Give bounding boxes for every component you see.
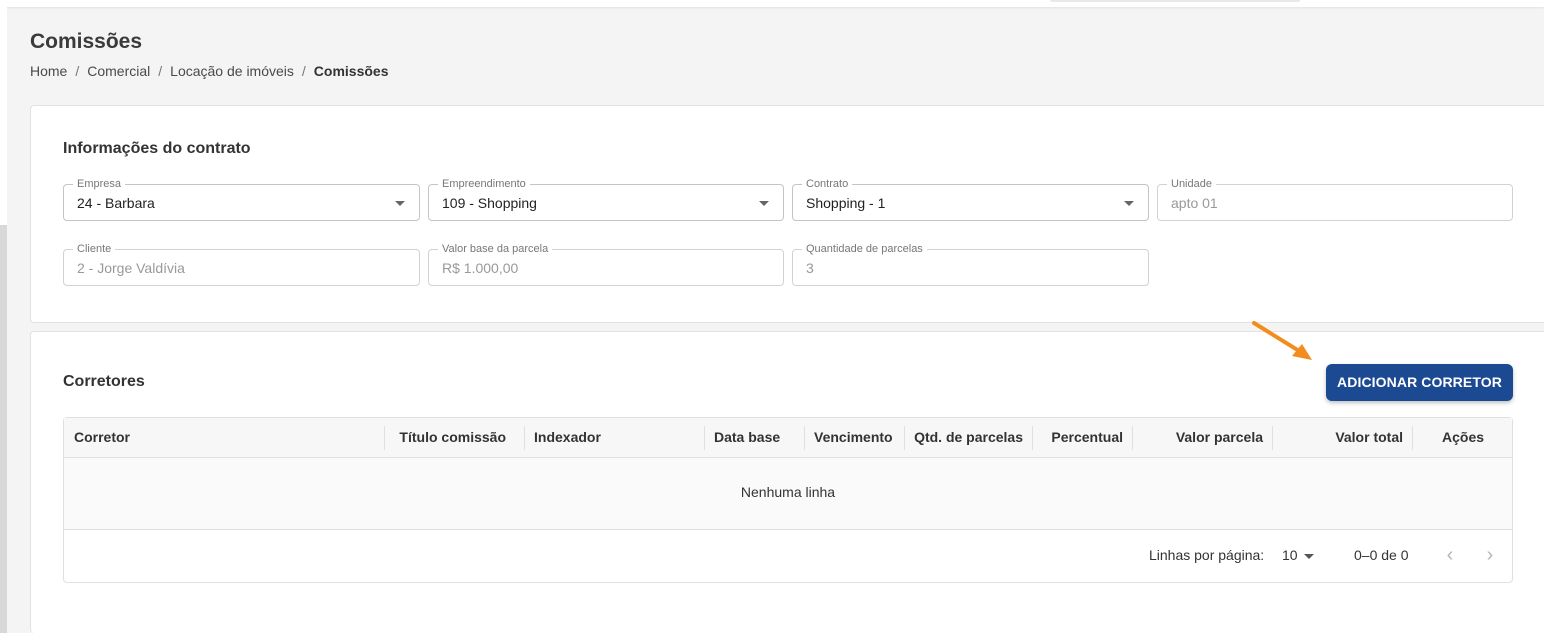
column-separator[interactable]	[1412, 426, 1413, 450]
cliente-value: 2 - Jorge Valdívia	[77, 260, 185, 276]
empresa-select[interactable]: Empresa 24 - Barbara	[63, 177, 420, 221]
breadcrumb-current: Comissões	[313, 63, 389, 79]
contrato-label: Contrato	[802, 177, 853, 191]
table-body: Nenhuma linha	[64, 458, 1512, 530]
breadcrumb: Home / Comercial / Locação de imóveis / Comiss…	[30, 63, 389, 79]
column-header-corretor[interactable]: Corretor	[74, 418, 130, 458]
chevron-right-icon[interactable]: ›	[1480, 545, 1500, 567]
column-header-vencimento[interactable]: Vencimento	[814, 418, 893, 458]
dropdown-caret-icon[interactable]	[395, 201, 405, 206]
valor-base-field: Valor base da parcela R$ 1.000,00	[428, 242, 784, 286]
annotation-arrow-icon	[1252, 321, 1312, 360]
column-header-titulo-comissao[interactable]: Título comissão	[384, 418, 506, 458]
table-header: Corretor Título comissão Indexador Data …	[64, 418, 1512, 458]
cliente-field: Cliente 2 - Jorge Valdívia	[63, 242, 420, 286]
table-pagination: Linhas por página: 10 0–0 de 0 ‹ ›	[64, 531, 1512, 583]
empreendimento-select[interactable]: Empreendimento 109 - Shopping	[428, 177, 784, 221]
search-bar-edge[interactable]	[1050, 0, 1300, 2]
top-app-bar	[0, 0, 1544, 7]
breadcrumb-locacao[interactable]: Locação de imóveis	[170, 63, 294, 79]
empty-state-text: Nenhuma linha	[740, 484, 836, 500]
brokers-title: Corretores	[63, 373, 145, 390]
unidade-value: apto 01	[1171, 195, 1218, 211]
column-separator[interactable]	[704, 426, 705, 450]
chevron-left-icon[interactable]: ‹	[1440, 545, 1460, 567]
contract-info-title: Informações do contrato	[63, 140, 251, 157]
qtd-parcelas-value: 3	[806, 260, 814, 276]
empresa-label: Empresa	[73, 177, 126, 191]
valor-base-label: Valor base da parcela	[438, 242, 553, 256]
cliente-label: Cliente	[73, 242, 116, 256]
empreendimento-label: Empreendimento	[438, 177, 530, 191]
column-header-valor-parcela[interactable]: Valor parcela	[1132, 418, 1263, 458]
breadcrumb-home[interactable]: Home	[30, 63, 67, 79]
column-header-percentual[interactable]: Percentual	[1032, 418, 1123, 458]
column-header-acoes: Ações	[1442, 429, 1485, 445]
breadcrumb-comercial[interactable]: Comercial	[87, 63, 150, 79]
column-header-qtd-parcelas[interactable]: Qtd. de parcelas	[904, 418, 1023, 458]
unidade-field: Unidade apto 01	[1157, 177, 1513, 221]
valor-base-value: R$ 1.000,00	[442, 260, 519, 276]
dropdown-caret-icon[interactable]	[1304, 554, 1314, 559]
column-separator[interactable]	[804, 426, 805, 450]
sidebar-scroll-edge	[0, 225, 7, 633]
breadcrumb-separator: /	[75, 63, 80, 79]
empreendimento-value: 109 - Shopping	[442, 195, 537, 211]
sidebar-edge	[0, 0, 7, 633]
column-separator[interactable]	[524, 426, 525, 450]
rows-per-page-select[interactable]: 10	[1282, 547, 1298, 563]
unidade-label: Unidade	[1167, 177, 1216, 191]
column-header-valor-total[interactable]: Valor total	[1272, 418, 1403, 458]
qtd-parcelas-label: Quantidade de parcelas	[802, 242, 927, 256]
page-title: Comissões	[30, 30, 143, 53]
contrato-select[interactable]: Contrato Shopping - 1	[792, 177, 1149, 221]
dropdown-caret-icon[interactable]	[759, 201, 769, 206]
rows-per-page-label: Linhas por página:	[1149, 547, 1265, 563]
pagination-range: 0–0 de 0	[1354, 547, 1409, 563]
column-header-indexador[interactable]: Indexador	[534, 418, 601, 458]
breadcrumb-separator: /	[301, 63, 306, 79]
column-header-data-base[interactable]: Data base	[714, 418, 780, 458]
breadcrumb-separator: /	[158, 63, 163, 79]
contrato-value: Shopping - 1	[806, 195, 886, 211]
dropdown-caret-icon[interactable]	[1124, 201, 1134, 206]
brokers-table: Corretor Título comissão Indexador Data …	[63, 417, 1513, 583]
empresa-value: 24 - Barbara	[77, 195, 155, 211]
qtd-parcelas-field: Quantidade de parcelas 3	[792, 242, 1149, 286]
add-broker-button[interactable]: ADICIONAR CORRETOR	[1326, 364, 1513, 401]
